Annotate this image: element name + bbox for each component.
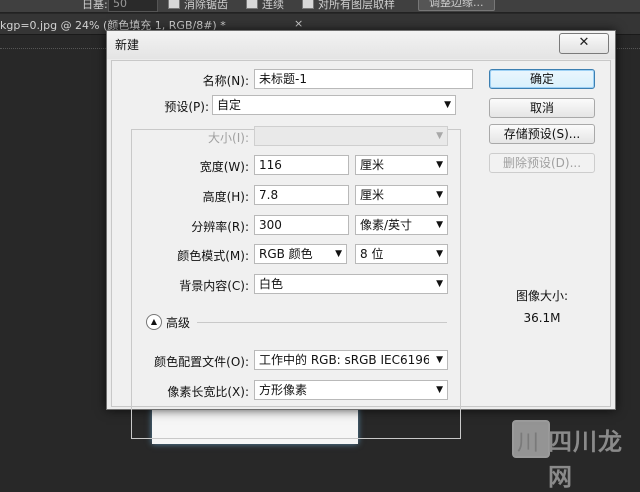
background-select[interactable]: 白色 ▼ [254, 274, 448, 294]
advanced-divider [197, 322, 447, 323]
preset-label: 预设(P): [164, 100, 209, 114]
dialog-title: 新建 [115, 38, 140, 52]
refine-edge-button[interactable]: 调整边缘... [418, 0, 495, 11]
chevron-down-icon: ▼ [436, 160, 443, 170]
height-unit-value: 厘米 [360, 188, 385, 202]
cancel-button[interactable]: 取消 [489, 98, 595, 118]
chevron-down-icon: ▼ [436, 220, 443, 230]
height-label: 高度(H): [202, 190, 249, 204]
resolution-label: 分辨率(R): [191, 220, 249, 234]
chevron-down-icon: ▼ [436, 131, 443, 141]
chevron-down-icon: ▼ [436, 385, 443, 395]
close-button[interactable]: ✕ [559, 33, 609, 54]
chevron-down-icon: ▼ [436, 190, 443, 200]
background-value: 白色 [259, 277, 284, 291]
size-select: ▼ [254, 126, 448, 146]
preset-value: 自定 [217, 98, 242, 112]
all-layers-label: 对所有图层取样 [318, 0, 395, 11]
watermark-glyph: 川 [517, 431, 540, 456]
color-profile-value: 工作中的 RGB: sRGB IEC6196... [259, 353, 429, 367]
double-chevron-up-icon[interactable]: ▲ [146, 314, 162, 330]
sample-label: 日基: [82, 0, 108, 11]
color-mode-select[interactable]: RGB 颜色 ▼ [254, 244, 347, 264]
dialog-titlebar[interactable]: 新建 ✕ [107, 31, 615, 59]
sample-field[interactable]: 50 [108, 0, 158, 12]
pixel-aspect-value: 方形像素 [259, 383, 308, 397]
resolution-input[interactable]: 300 [254, 215, 349, 235]
advanced-label: 高级 [166, 316, 191, 330]
image-size-value: 36.1M [523, 311, 561, 325]
anti-alias-checkbox[interactable] [168, 0, 180, 9]
image-size-label: 图像大小: [515, 289, 569, 303]
color-profile-select[interactable]: 工作中的 RGB: sRGB IEC6196... ▼ [254, 350, 448, 370]
ok-button[interactable]: 确定 [489, 69, 595, 89]
background-label: 背景内容(C): [179, 279, 249, 293]
color-profile-label: 颜色配置文件(O): [154, 355, 249, 369]
anti-alias-label: 消除锯齿 [184, 0, 228, 11]
close-icon: ✕ [578, 35, 590, 50]
width-unit-value: 厘米 [360, 158, 385, 172]
chevron-down-icon: ▼ [436, 279, 443, 289]
width-unit-select[interactable]: 厘米 ▼ [355, 155, 448, 175]
resolution-unit-select[interactable]: 像素/英寸 ▼ [355, 215, 448, 235]
save-preset-button[interactable]: 存储预设(S)... [489, 124, 595, 144]
watermark-badge: 川 [512, 420, 550, 458]
name-input[interactable]: 未标题-1 [254, 69, 473, 89]
size-label: 大小(I): [208, 131, 249, 145]
height-input[interactable]: 7.8 [254, 185, 349, 205]
name-label: 名称(N): [202, 74, 249, 88]
delete-preset-button: 删除预设(D)... [489, 153, 595, 173]
watermark-text: 四川龙网 [548, 428, 623, 491]
color-mode-value: RGB 颜色 [259, 247, 313, 261]
pixel-aspect-select[interactable]: 方形像素 ▼ [254, 380, 448, 400]
bit-depth-select[interactable]: 8 位 ▼ [355, 244, 448, 264]
close-icon[interactable]: × [294, 17, 303, 30]
resolution-unit-value: 像素/英寸 [360, 218, 413, 232]
options-bar: 日基: 50 消除锯齿 连续 对所有图层取样 调整边缘... [0, 0, 640, 13]
chevron-down-icon: ▼ [436, 355, 443, 365]
chevron-down-icon: ▼ [436, 249, 443, 259]
watermark-logo: 川 四川龙网 [512, 420, 632, 491]
preset-select[interactable]: 自定 ▼ [212, 95, 456, 115]
chevron-down-icon: ▼ [335, 249, 342, 259]
bit-depth-value: 8 位 [360, 247, 384, 261]
color-mode-label: 颜色模式(M): [177, 249, 249, 263]
contiguous-checkbox[interactable] [246, 0, 258, 9]
width-label: 宽度(W): [199, 160, 249, 174]
pixel-aspect-label: 像素长宽比(X): [167, 385, 249, 399]
new-document-dialog: 新建 ✕ 名称(N): 未标题-1 预设(P): 自定 ▼ 大小(I): ▼ 宽度… [106, 30, 616, 439]
chevron-down-icon: ▼ [444, 100, 451, 110]
contiguous-label: 连续 [262, 0, 284, 11]
height-unit-select[interactable]: 厘米 ▼ [355, 185, 448, 205]
all-layers-checkbox[interactable] [302, 0, 314, 9]
width-input[interactable]: 116 [254, 155, 349, 175]
